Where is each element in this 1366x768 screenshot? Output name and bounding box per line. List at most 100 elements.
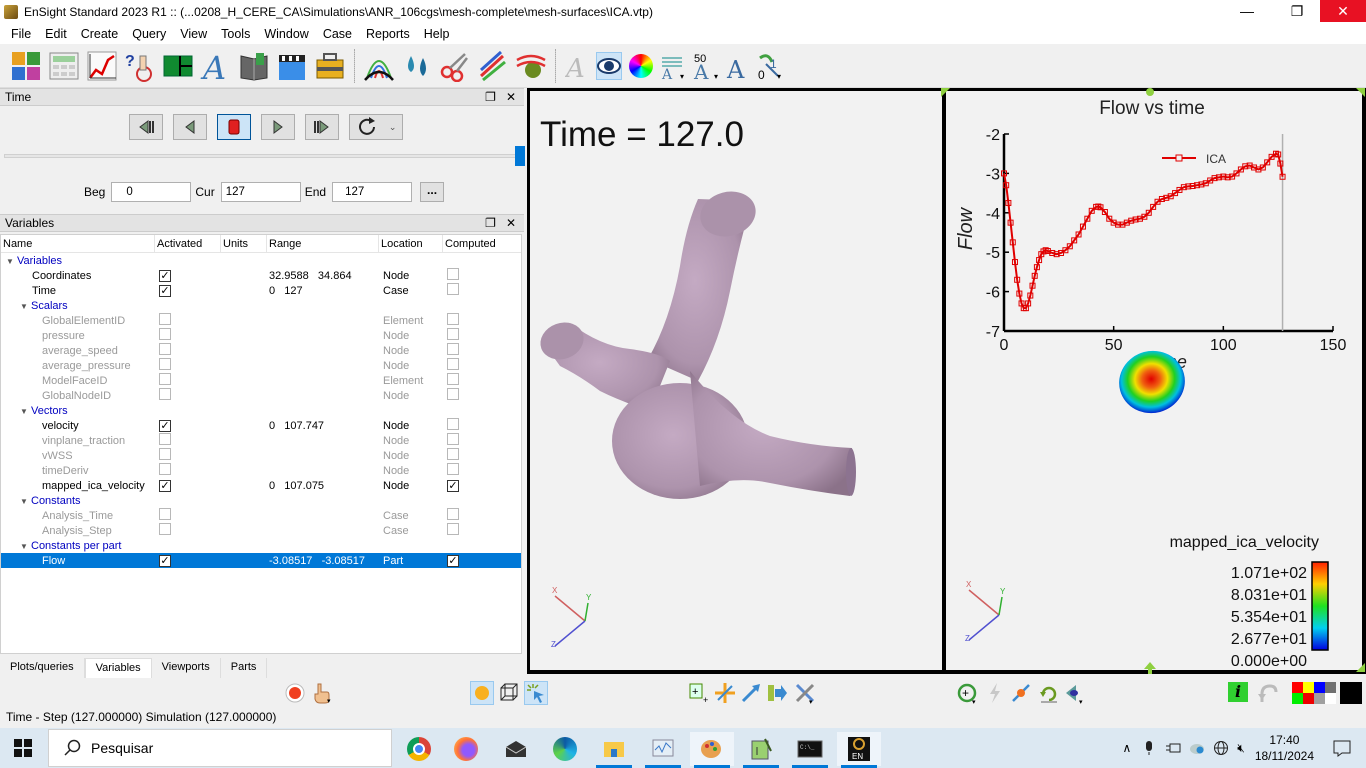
calculator-icon[interactable]: [48, 50, 80, 82]
palette-swatch[interactable]: [1325, 693, 1336, 704]
notifications-icon[interactable]: [1332, 739, 1352, 757]
activated-checkbox[interactable]: ✓: [159, 479, 171, 492]
undock-icon[interactable]: ❐: [485, 216, 496, 230]
activated-checkbox[interactable]: ✓: [159, 554, 171, 567]
menu-reports[interactable]: Reports: [359, 27, 417, 41]
expand-caret-icon[interactable]: ▼: [17, 407, 31, 416]
end-input[interactable]: 127: [332, 182, 413, 202]
col-range[interactable]: Range: [267, 235, 379, 252]
activated-checkbox[interactable]: [159, 448, 171, 460]
computed-checkbox[interactable]: [447, 523, 459, 535]
zoom-in-icon[interactable]: +▾: [956, 682, 978, 704]
activated-checkbox[interactable]: [159, 373, 171, 385]
computed-checkbox[interactable]: [447, 328, 459, 340]
col-activated[interactable]: Activated: [155, 235, 221, 252]
selection-tool-toggle[interactable]: [524, 681, 548, 705]
col-units[interactable]: Units: [221, 235, 267, 252]
start-button[interactable]: [14, 739, 32, 757]
loop-mode-dropdown[interactable]: ⌄: [349, 114, 403, 140]
tab-variables[interactable]: Variables: [84, 658, 152, 678]
palette-swatch[interactable]: [1314, 682, 1325, 693]
activated-checkbox[interactable]: [159, 433, 171, 445]
user-manual-book-icon[interactable]: [238, 50, 270, 82]
tab-parts[interactable]: Parts: [220, 658, 268, 678]
activated-checkbox[interactable]: [159, 328, 171, 340]
text-annotation-icon[interactable]: A: [564, 52, 590, 80]
toolbox-icon[interactable]: [314, 50, 346, 82]
variable-row[interactable]: vinplane_traction Node: [1, 433, 521, 448]
tray-overflow-icon[interactable]: ∧: [1122, 741, 1131, 755]
network-globe-icon[interactable]: [1213, 740, 1229, 756]
font-style-icon[interactable]: A: [724, 52, 750, 80]
visibility-eye-icon[interactable]: [596, 51, 622, 80]
minimize-button[interactable]: —: [1224, 0, 1270, 22]
activated-checkbox[interactable]: ✓: [159, 419, 171, 432]
palette-swatch[interactable]: [1292, 693, 1303, 704]
computed-checkbox[interactable]: [447, 313, 459, 325]
step-back-button[interactable]: [173, 114, 207, 140]
viewport-resize-handle[interactable]: [941, 88, 951, 98]
battery-plug-icon[interactable]: [1165, 741, 1181, 755]
variable-group-row[interactable]: ▼ Variables: [1, 253, 521, 268]
view-direction-icon[interactable]: ▾: [1064, 682, 1086, 704]
lightning-icon[interactable]: [984, 682, 1006, 704]
col-location[interactable]: Location: [379, 235, 443, 252]
variable-group-row[interactable]: ▼ Scalars: [1, 298, 521, 313]
menu-view[interactable]: View: [173, 27, 214, 41]
variable-row[interactable]: Time ✓ 0 127 Case: [1, 283, 521, 298]
firefox-icon[interactable]: [444, 732, 488, 766]
parts-puzzle-icon[interactable]: [10, 50, 42, 82]
menu-window[interactable]: Window: [257, 27, 315, 41]
current-color-swatch[interactable]: [1340, 682, 1362, 704]
computed-checkbox[interactable]: [447, 433, 459, 445]
activated-checkbox[interactable]: ✓: [159, 284, 171, 297]
viewport-resize-handle[interactable]: [1355, 88, 1365, 98]
close-panel-icon[interactable]: ✕: [506, 216, 516, 230]
variable-row[interactable]: GlobalNodeID Node: [1, 388, 521, 403]
onedrive-sync-icon[interactable]: [1189, 741, 1205, 755]
palette-swatch[interactable]: [1325, 682, 1336, 693]
query-probe-icon[interactable]: ?: [124, 50, 156, 82]
vessel-model[interactable]: [535, 186, 856, 499]
expand-caret-icon[interactable]: ▼: [17, 302, 31, 311]
menu-create[interactable]: Create: [74, 27, 126, 41]
plot-icon[interactable]: [86, 50, 118, 82]
annotation-text-icon[interactable]: A: [200, 49, 232, 87]
clip-scissors-icon[interactable]: [439, 50, 471, 82]
col-name[interactable]: Name: [1, 235, 155, 252]
expand-caret-icon[interactable]: ▼: [3, 257, 17, 266]
clock[interactable]: 17:40 18/11/2024: [1255, 732, 1314, 764]
undo-icon[interactable]: [1256, 682, 1278, 704]
viewport-move-handle[interactable]: [1143, 88, 1157, 98]
activated-checkbox[interactable]: [159, 343, 171, 355]
variable-row[interactable]: GlobalElementID Element: [1, 313, 521, 328]
activated-checkbox[interactable]: [159, 358, 171, 370]
palette-swatch[interactable]: [1303, 682, 1314, 693]
activated-checkbox[interactable]: [159, 388, 171, 400]
computed-checkbox[interactable]: [447, 358, 459, 370]
restore-button[interactable]: ❐: [1274, 0, 1320, 22]
ensight-icon[interactable]: EN: [837, 732, 881, 768]
time-slider-thumb[interactable]: [515, 146, 525, 166]
undock-icon[interactable]: ❐: [485, 90, 496, 104]
beg-input[interactable]: 0: [111, 182, 192, 202]
expand-caret-icon[interactable]: ▼: [17, 542, 31, 551]
transfer-icon[interactable]: [766, 682, 788, 704]
menu-edit[interactable]: Edit: [38, 27, 74, 41]
color-palette-icon[interactable]: [628, 52, 654, 80]
palette-swatch[interactable]: [1314, 693, 1325, 704]
computed-checkbox[interactable]: ✓: [447, 554, 459, 567]
computed-checkbox[interactable]: [447, 343, 459, 355]
flow-sphere-icon[interactable]: [515, 50, 547, 82]
activated-checkbox[interactable]: [159, 508, 171, 520]
color-legend-bar[interactable]: [1311, 561, 1329, 651]
col-computed[interactable]: Computed: [443, 235, 521, 252]
info-icon[interactable]: i: [1228, 682, 1248, 702]
chrome-icon[interactable]: [397, 732, 441, 766]
palette-swatch[interactable]: [1303, 693, 1314, 704]
viewport-plot[interactable]: Flow vs time Flow Time 050100150-2-3-4-5…: [946, 91, 1362, 670]
activated-checkbox[interactable]: [159, 463, 171, 475]
computed-checkbox[interactable]: [447, 463, 459, 475]
tab-plots-queries[interactable]: Plots/queries: [0, 658, 85, 678]
computed-checkbox[interactable]: [447, 418, 459, 430]
